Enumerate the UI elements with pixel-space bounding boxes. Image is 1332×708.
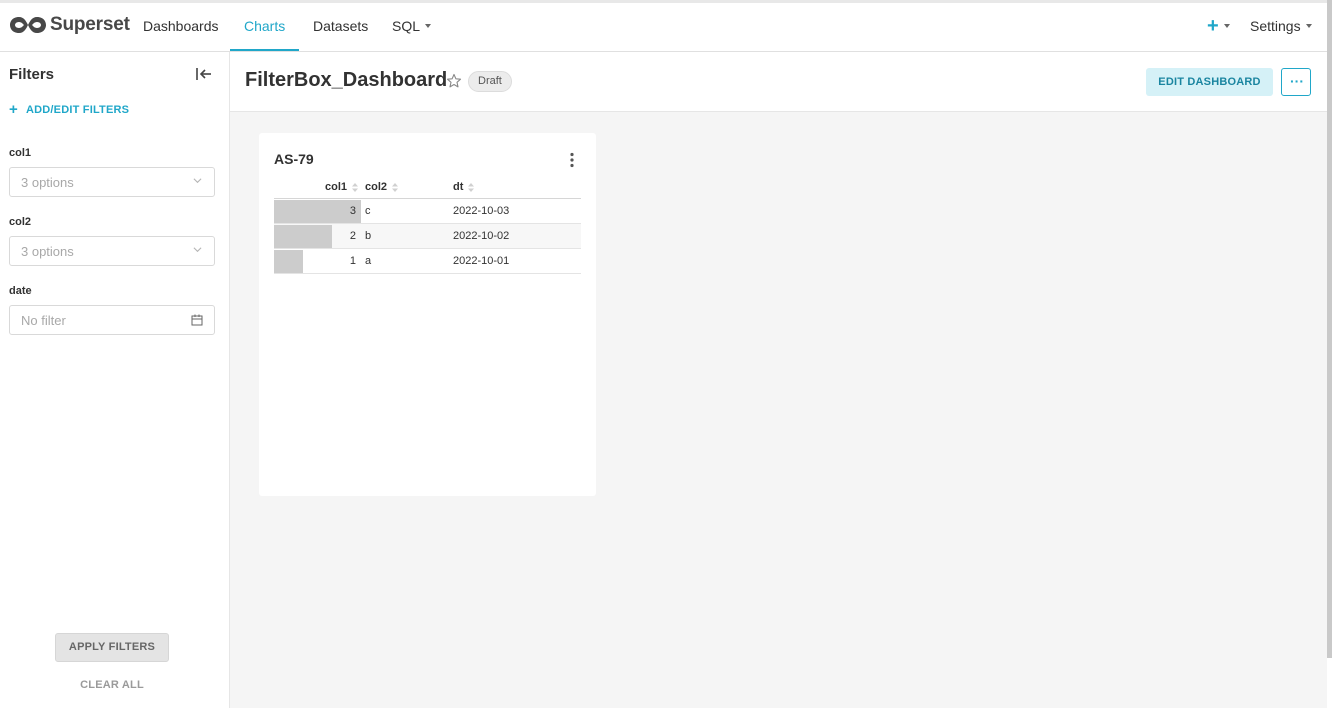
add-edit-filters-button[interactable]: + ADD/EDIT FILTERS (9, 101, 129, 118)
filter-date-picker[interactable]: No filter (9, 305, 215, 335)
plus-icon: + (9, 101, 18, 118)
filter-placeholder: 3 options (21, 175, 74, 190)
filters-title: Filters (9, 66, 55, 83)
chevron-down-icon (1305, 24, 1312, 29)
column-header-dt[interactable]: dt (453, 181, 475, 193)
dashboard-header: FilterBox_Dashboard Draft EDIT DASHBOARD… (230, 52, 1327, 112)
column-header-col1[interactable]: col1 (325, 181, 359, 193)
filter-label-col2: col2 (9, 216, 32, 228)
sort-icon (468, 182, 475, 192)
more-options-button[interactable]: ··· (1281, 68, 1311, 96)
brand-name: Superset (50, 14, 130, 35)
chart-title: AS-79 (274, 151, 314, 167)
column-header-label: col1 (325, 181, 348, 193)
dashboard-title[interactable]: FilterBox_Dashboard (245, 69, 447, 92)
nav-sql-label: SQL (392, 18, 421, 34)
kebab-menu-icon[interactable] (569, 152, 575, 168)
settings-label: Settings (1250, 18, 1301, 34)
superset-logo[interactable]: Superset (9, 14, 130, 36)
nav-dashboards[interactable]: Dashboards (143, 18, 219, 34)
filters-sidebar: Filters + ADD/EDIT FILTERS col1 3 option… (0, 52, 230, 708)
table-row: 2 b 2022-10-02 (274, 224, 581, 249)
draft-badge[interactable]: Draft (468, 71, 512, 92)
calendar-icon (191, 314, 203, 326)
cell-col1: 2 (349, 230, 356, 242)
filter-label-col1: col1 (9, 147, 32, 159)
edit-dashboard-button[interactable]: EDIT DASHBOARD (1146, 68, 1273, 96)
cell-dt: 2022-10-02 (453, 230, 510, 242)
filter-select-col1[interactable]: 3 options (9, 167, 215, 197)
filter-select-col2[interactable]: 3 options (9, 236, 215, 266)
cell-col2: b (365, 230, 372, 242)
cell-dt: 2022-10-03 (453, 205, 510, 217)
collapse-sidebar-icon[interactable] (195, 66, 213, 82)
top-navbar: Superset Dashboards Charts Datasets SQL … (0, 0, 1332, 52)
table-header-row: col1 col2 dt (274, 177, 581, 199)
data-table: col1 col2 dt 3 c 2022-10-03 2 b 2022-10-… (274, 177, 581, 274)
settings-menu[interactable]: Settings (1250, 18, 1312, 34)
nav-datasets[interactable]: Datasets (313, 18, 368, 34)
active-tab-indicator (230, 49, 299, 51)
cell-col2: c (365, 205, 371, 217)
dashboard-grid: AS-79 col1 col2 dt 3 c 2022-10-03 2 b 20… (230, 112, 1327, 708)
chevron-down-icon (425, 24, 432, 29)
cell-dt: 2022-10-01 (453, 255, 510, 267)
nav-charts[interactable]: Charts (244, 18, 285, 34)
filter-placeholder: No filter (21, 313, 66, 328)
chevron-down-icon (193, 247, 202, 253)
sort-icon (392, 182, 399, 192)
plus-icon: + (1207, 15, 1219, 37)
filter-label-date: date (9, 285, 32, 297)
nav-sql[interactable]: SQL (392, 18, 432, 34)
add-edit-filters-label: ADD/EDIT FILTERS (25, 103, 130, 116)
column-header-col2[interactable]: col2 (365, 181, 399, 193)
table-row: 1 a 2022-10-01 (274, 249, 581, 274)
cell-col1: 1 (349, 255, 356, 267)
apply-filters-button[interactable]: APPLY FILTERS (55, 633, 169, 662)
chevron-down-icon (1223, 23, 1230, 28)
superset-logo-icon (10, 17, 46, 33)
page-scrollbar[interactable] (1327, 0, 1332, 658)
new-menu-button[interactable]: + (1207, 15, 1230, 38)
cell-col2: a (365, 255, 372, 267)
table-row: 3 c 2022-10-03 (274, 199, 581, 224)
filter-placeholder: 3 options (21, 244, 74, 259)
ellipsis-icon: ··· (1290, 73, 1304, 89)
clear-all-button[interactable]: CLEAR ALL (55, 679, 169, 691)
column-header-label: dt (453, 181, 464, 193)
chevron-down-icon (193, 178, 202, 184)
cell-col1: 3 (349, 205, 356, 217)
column-header-label: col2 (365, 181, 388, 193)
star-icon[interactable] (446, 73, 462, 89)
sort-icon (352, 182, 359, 192)
chart-card: AS-79 col1 col2 dt 3 c 2022-10-03 2 b 20… (259, 133, 596, 496)
